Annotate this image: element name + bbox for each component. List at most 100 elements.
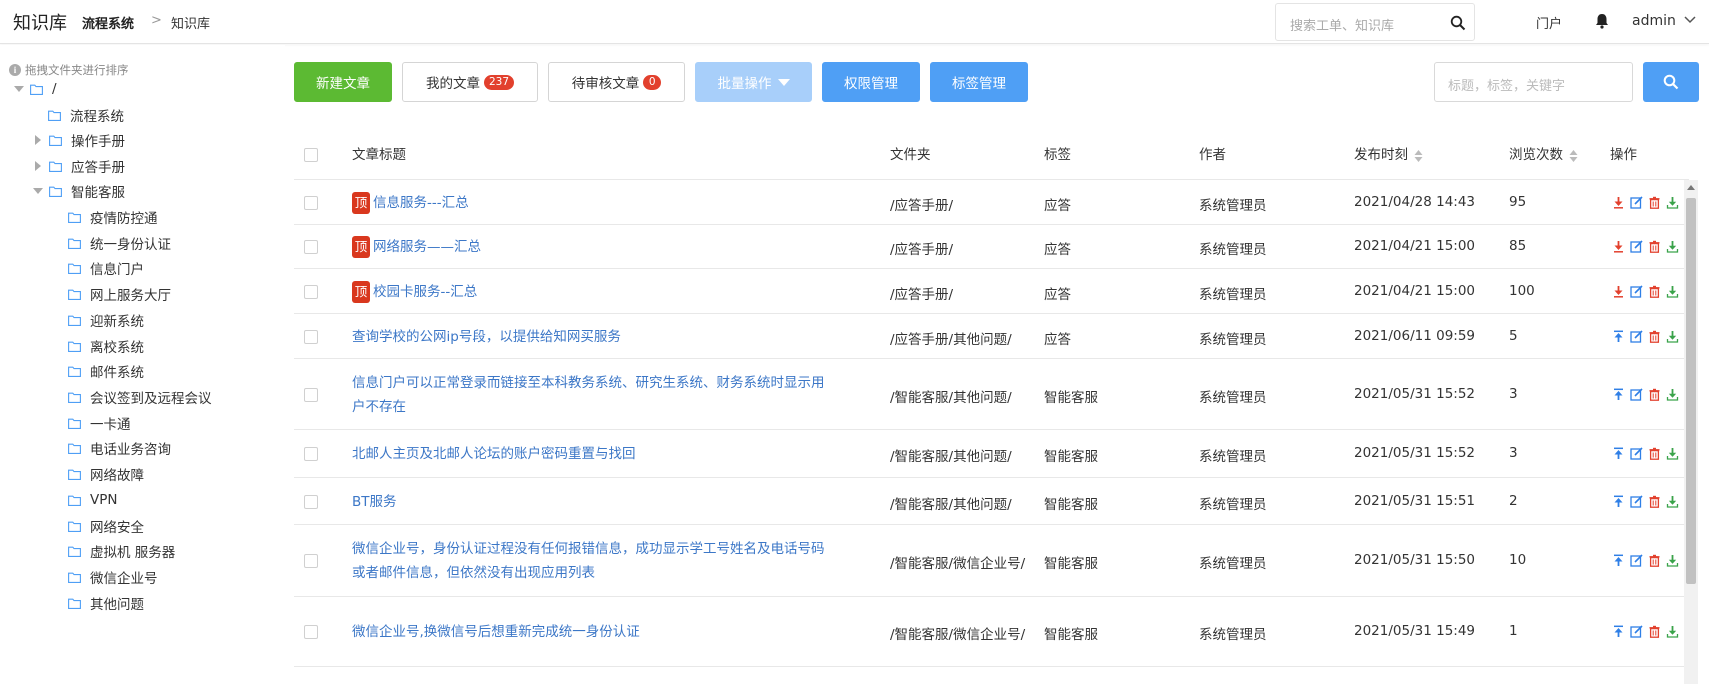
tree-node[interactable]: 网络安全 [68, 514, 144, 538]
caret-right-icon[interactable] [33, 135, 43, 145]
trash-icon[interactable] [1648, 554, 1661, 567]
breadcrumb-flow-system[interactable]: 流程系统 [82, 13, 134, 32]
article-title-link[interactable]: 信息门户可以正常登录而链接至本科教务系统、研究生系统、财务系统时显示用户不存在 [352, 375, 825, 415]
new-article-button[interactable]: 新建文章 [294, 62, 392, 102]
article-title-link[interactable]: 微信企业号，身份认证过程没有任何报错信息，成功显示学工号姓名及电话号码或者邮件信… [352, 541, 825, 581]
article-title-link[interactable]: BT服务 [352, 494, 397, 510]
tree-node[interactable]: VPN [68, 488, 117, 512]
trash-icon[interactable] [1648, 625, 1661, 638]
chevron-down-icon[interactable] [1684, 15, 1696, 25]
edit-icon[interactable] [1630, 195, 1643, 209]
pin-to-top-icon[interactable] [1612, 495, 1625, 508]
col-published[interactable]: 发布时刻 [1354, 131, 1423, 180]
article-filter-input[interactable]: 标题，标签，关键字 [1434, 62, 1633, 102]
tag-manage-button[interactable]: 标签管理 [930, 62, 1028, 102]
download-pin-icon[interactable] [1612, 196, 1625, 209]
download-icon[interactable] [1666, 330, 1679, 343]
download-icon[interactable] [1666, 285, 1679, 298]
tree-node[interactable]: 其他问题 [68, 591, 144, 615]
row-checkbox[interactable] [304, 625, 318, 639]
select-all-checkbox[interactable] [304, 148, 318, 162]
row-checkbox[interactable] [304, 554, 318, 568]
article-title-link[interactable]: 微信企业号,换微信号后想重新完成统一身份认证 [352, 624, 640, 640]
article-title-link[interactable]: 信息服务---汇总 [373, 195, 469, 211]
tree-node[interactable]: 疫情防控通 [68, 205, 158, 229]
edit-icon[interactable] [1630, 494, 1643, 508]
download-icon[interactable] [1666, 196, 1679, 209]
download-icon[interactable] [1666, 447, 1679, 460]
tree-node[interactable]: 统一身份认证 [68, 231, 171, 255]
download-pin-icon[interactable] [1612, 240, 1625, 253]
download-pin-icon[interactable] [1612, 285, 1625, 298]
pin-to-top-icon[interactable] [1612, 625, 1625, 638]
tree-node[interactable]: 虚拟机 服务器 [68, 539, 175, 563]
trash-icon[interactable] [1648, 196, 1661, 209]
tree-node[interactable]: 信息门户 [68, 256, 144, 280]
row-checkbox[interactable] [304, 284, 318, 299]
row-checkbox[interactable] [304, 494, 318, 509]
pin-to-top-icon[interactable] [1612, 388, 1625, 401]
trash-icon[interactable] [1648, 388, 1661, 401]
download-icon[interactable] [1666, 388, 1679, 401]
tree-node[interactable]: 电话业务咨询 [68, 436, 171, 460]
scrollbar-thumb[interactable] [1686, 198, 1696, 584]
tree-node[interactable]: 微信企业号 [68, 565, 158, 589]
col-views[interactable]: 浏览次数 [1509, 131, 1578, 180]
tree-node[interactable]: 智能客服 [33, 179, 125, 203]
download-icon[interactable] [1666, 240, 1679, 253]
tree-node[interactable]: 应答手册 [33, 154, 125, 178]
tree-node[interactable]: 一卡通 [68, 411, 131, 435]
download-icon[interactable] [1666, 554, 1679, 567]
caret-down-icon[interactable] [33, 186, 43, 196]
table-scrollbar[interactable] [1684, 180, 1698, 684]
tree-node[interactable]: 迎新系统 [68, 308, 144, 332]
row-checkbox[interactable] [304, 240, 318, 254]
pin-to-top-icon[interactable] [1612, 447, 1625, 460]
edit-icon[interactable] [1630, 554, 1643, 567]
article-title-link[interactable]: 北邮人主页及北邮人论坛的账户密码重置与找回 [352, 446, 636, 462]
filter-search-button[interactable] [1643, 62, 1699, 102]
global-search-input[interactable]: 搜索工单、知识库 [1275, 3, 1475, 41]
trash-icon[interactable] [1648, 495, 1661, 508]
my-articles-button[interactable]: 我的文章 237 [402, 62, 538, 102]
search-icon[interactable] [1450, 15, 1466, 31]
edit-icon[interactable] [1630, 329, 1643, 343]
sort-icon[interactable] [1569, 149, 1578, 163]
download-icon[interactable] [1666, 495, 1679, 508]
row-checkbox[interactable] [304, 447, 318, 461]
edit-icon[interactable] [1630, 447, 1643, 460]
pin-to-top-icon[interactable] [1612, 554, 1625, 567]
edit-icon[interactable] [1630, 387, 1643, 401]
caret-down-icon[interactable] [14, 84, 24, 94]
row-checkbox[interactable] [304, 329, 318, 344]
tree-node[interactable]: 会议签到及远程会议 [68, 385, 212, 409]
trash-icon[interactable] [1648, 447, 1661, 460]
trash-icon[interactable] [1648, 285, 1661, 298]
row-checkbox[interactable] [304, 195, 318, 210]
scroll-up-icon[interactable] [1687, 185, 1695, 190]
edit-icon[interactable] [1630, 240, 1643, 253]
row-checkbox[interactable] [304, 387, 318, 402]
edit-icon[interactable] [1630, 625, 1643, 638]
article-title-link[interactable]: 查询学校的公网ip号段，以提供给知网买服务 [352, 329, 621, 345]
tree-node[interactable]: / [14, 77, 57, 101]
user-menu[interactable]: admin [1632, 13, 1676, 29]
article-title-link[interactable]: 校园卡服务--汇总 [373, 284, 477, 300]
tree-node[interactable]: 操作手册 [33, 128, 125, 152]
pending-review-button[interactable]: 待审核文章 0 [548, 62, 685, 102]
batch-ops-button[interactable]: 批量操作 [695, 62, 812, 102]
tree-node[interactable]: 流程系统 [48, 103, 124, 127]
edit-icon[interactable] [1630, 284, 1643, 298]
trash-icon[interactable] [1648, 330, 1661, 343]
article-title-link[interactable]: 网络服务——汇总 [373, 239, 481, 255]
tree-node[interactable]: 邮件系统 [68, 359, 144, 383]
pin-to-top-icon[interactable] [1612, 330, 1625, 343]
download-icon[interactable] [1666, 625, 1679, 638]
trash-icon[interactable] [1648, 240, 1661, 253]
sort-icon[interactable] [1414, 149, 1423, 163]
caret-right-icon[interactable] [33, 161, 43, 171]
portal-link[interactable]: 门户 [1536, 13, 1562, 32]
tree-node[interactable]: 离校系统 [68, 334, 144, 358]
tree-node[interactable]: 网络故障 [68, 462, 144, 486]
permissions-button[interactable]: 权限管理 [822, 62, 920, 102]
